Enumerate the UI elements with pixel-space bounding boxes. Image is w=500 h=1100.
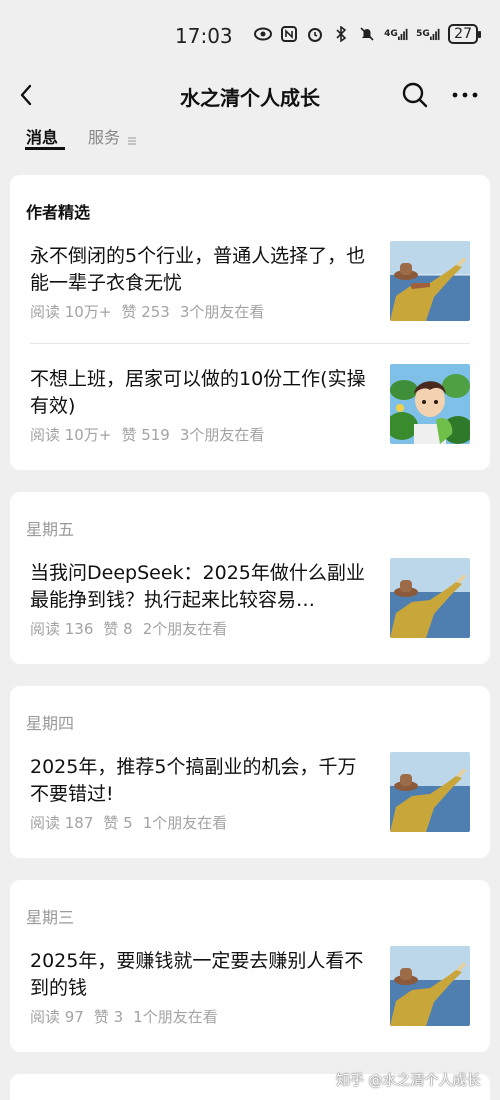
like-count: 赞 519	[121, 426, 170, 444]
article-title: 永不倒闭的5个行业，普通人选择了，也能一辈子衣食无忧	[30, 245, 366, 294]
article-item[interactable]: 当我问DeepSeek：2025年做什么副业最能挣到钱？执行起来比较容易… 阅读…	[10, 558, 490, 660]
featured-card: 作者精选 永不倒闭的5个行业，普通人选择了，也能一辈子衣食无忧 阅读 10万+ …	[10, 175, 490, 470]
article-title: 不想上班，居家可以做的10份工作(实操有效)	[30, 368, 366, 417]
read-count: 阅读 10万+	[30, 303, 112, 321]
like-count: 赞 8	[103, 620, 133, 638]
article-title: 2025年，推荐5个搞副业的机会，千万不要错过!	[30, 756, 357, 805]
mute-icon	[358, 25, 376, 43]
tab-messages[interactable]: 消息	[26, 124, 58, 148]
day-card: 星期五 当我问DeepSeek：2025年做什么副业最能挣到钱？执行起来比较容易…	[10, 492, 490, 664]
article-thumbnail	[390, 364, 470, 444]
5g-label: 5G	[416, 28, 430, 39]
day-card: 星期四 2025年，推荐5个搞副业的机会，千万不要错过! 阅读 187 赞 5 …	[10, 686, 490, 858]
section-date: 星期五	[26, 520, 75, 539]
bluetooth-icon	[332, 25, 350, 43]
section-date: 星期四	[26, 714, 75, 733]
nfc-icon	[280, 25, 298, 43]
active-tab-indicator	[25, 147, 65, 150]
article-thumbnail	[390, 558, 470, 638]
tab-services[interactable]: 服务	[88, 124, 120, 148]
watermark: 知乎 @水之清个人成长	[336, 1073, 481, 1089]
article-title: 2025年，要赚钱就一定要去赚别人看不到的钱	[30, 950, 364, 999]
read-count: 阅读 136	[30, 620, 94, 638]
article-thumbnail	[390, 241, 470, 321]
4g-signal-icon: 4G	[384, 25, 408, 43]
article-item[interactable]: 永不倒闭的5个行业，普通人选择了，也能一辈子衣食无忧 阅读 10万+ 赞 253…	[10, 241, 490, 343]
read-count: 阅读 97	[30, 1008, 84, 1026]
friends-reading: 3个朋友在看	[179, 426, 265, 444]
friends-reading: 1个朋友在看	[133, 1008, 218, 1026]
friends-reading: 3个朋友在看	[179, 303, 265, 321]
like-count: 赞 5	[103, 814, 133, 832]
alarm-icon	[306, 25, 324, 43]
article-meta: 阅读 187 赞 5 1个朋友在看	[30, 812, 227, 833]
article-meta: 阅读 10万+ 赞 519 3个朋友在看	[30, 424, 264, 445]
article-item[interactable]: 2025年，推荐5个搞副业的机会，千万不要错过! 阅读 187 赞 5 1个朋友…	[10, 752, 490, 854]
battery-indicator: 27	[448, 24, 481, 44]
friends-reading: 2个朋友在看	[142, 620, 228, 638]
article-thumbnail	[390, 752, 470, 832]
more-icon[interactable]	[448, 80, 482, 110]
day-card: 星期三 2025年，要赚钱就一定要去赚别人看不到的钱 阅读 97 赞 3 1个朋…	[10, 880, 490, 1052]
article-meta: 阅读 97 赞 3 1个朋友在看	[30, 1006, 218, 1027]
5g-signal-icon: 5G	[416, 25, 440, 43]
status-time: 17:03	[175, 24, 233, 48]
article-thumbnail	[390, 946, 470, 1026]
4g-label: 4G	[384, 28, 398, 39]
status-bar: 17:03 4G 5G 27	[0, 0, 500, 70]
status-icons: 4G 5G 27	[254, 24, 481, 44]
friends-reading: 1个朋友在看	[142, 814, 228, 832]
menu-lines-icon	[127, 131, 137, 145]
tab-bar: 消息 服务	[0, 120, 500, 160]
article-item[interactable]: 不想上班，居家可以做的10份工作(实操有效) 阅读 10万+ 赞 519 3个朋…	[10, 364, 490, 466]
article-item[interactable]: 2025年，要赚钱就一定要去赚别人看不到的钱 阅读 97 赞 3 1个朋友在看	[10, 946, 490, 1048]
like-count: 赞 3	[93, 1008, 124, 1026]
article-meta: 阅读 10万+ 赞 253 3个朋友在看	[30, 301, 264, 322]
article-title: 当我问DeepSeek：2025年做什么副业最能挣到钱？执行起来比较容易…	[30, 562, 365, 611]
eye-icon	[254, 25, 273, 43]
read-count: 阅读 187	[30, 814, 94, 832]
read-count: 阅读 10万+	[30, 426, 112, 444]
section-title: 作者精选	[26, 203, 91, 222]
like-count: 赞 253	[121, 303, 170, 321]
article-meta: 阅读 136 赞 8 2个朋友在看	[30, 618, 227, 639]
nav-bar: 水之清个人成长	[0, 70, 500, 120]
search-icon[interactable]	[400, 80, 430, 110]
divider	[30, 343, 470, 344]
section-date: 星期三	[26, 908, 75, 927]
